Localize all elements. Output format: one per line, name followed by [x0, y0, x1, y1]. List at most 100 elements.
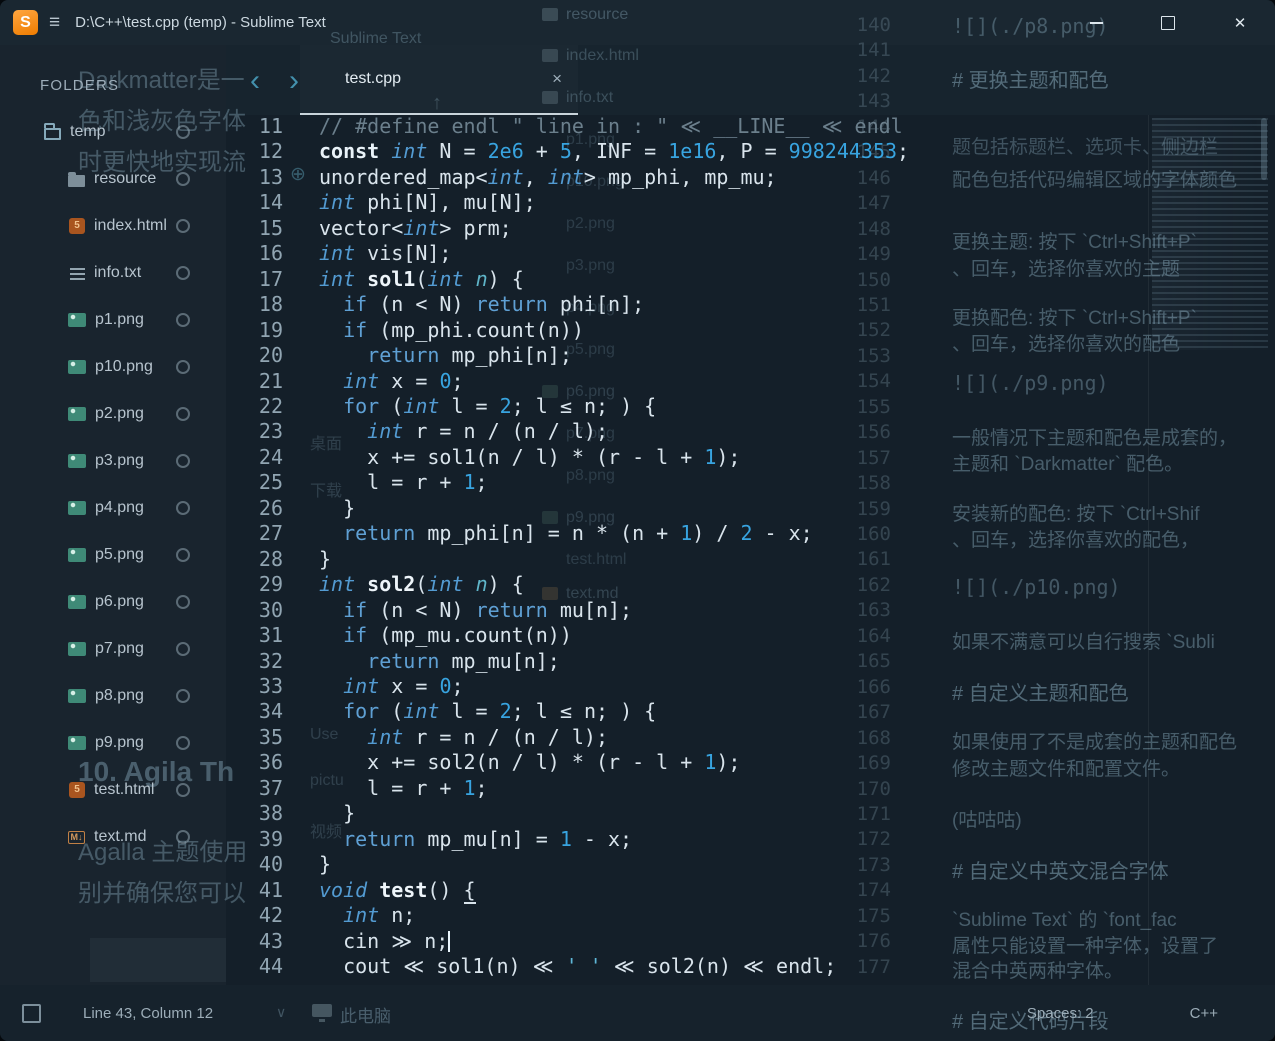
image-icon: [68, 407, 86, 421]
image-icon: [68, 454, 86, 468]
tab-test-cpp[interactable]: test.cpp ×: [300, 45, 578, 115]
tree-item-p9.png[interactable]: p9.png: [0, 719, 226, 766]
line-number: 44: [258, 953, 283, 978]
line-number: 40: [258, 852, 283, 877]
tree-item-label: text.md: [94, 827, 147, 845]
vcs-status-dot: [176, 547, 190, 562]
line-number: 43: [258, 928, 283, 953]
tree-item-p1.png[interactable]: p1.png: [0, 296, 226, 343]
code-line-35: 35 int r = n / (n / l);: [226, 725, 1275, 750]
image-icon: [68, 595, 86, 609]
code-line-18: 18 if (n < N) return phi[n];: [226, 292, 1275, 317]
line-number: 15: [258, 215, 283, 240]
sidebar-toggle-icon[interactable]: [22, 1003, 41, 1023]
tree-item-index.html[interactable]: index.html: [0, 202, 226, 249]
code-line-16: 16 int vis[N];: [226, 241, 1275, 266]
code-line-text: cin ≫ n;: [319, 928, 451, 953]
code-line-23: 23 int r = n / (n / l);: [226, 419, 1275, 444]
vcs-status-dot: [176, 265, 190, 280]
code-line-text: l = r + 1;: [319, 470, 488, 495]
folders-header: FOLDERS: [40, 77, 120, 94]
tree-item-p3.png[interactable]: p3.png: [0, 437, 226, 484]
code-line-42: 42 int n;: [226, 903, 1275, 928]
tree-item-info.txt[interactable]: info.txt: [0, 249, 226, 296]
tree-item-label: p1.png: [95, 310, 144, 328]
tree-item-p4.png[interactable]: p4.png: [0, 484, 226, 531]
code-line-37: 37 l = r + 1;: [226, 776, 1275, 801]
close-button[interactable]: ✕: [1217, 0, 1263, 45]
code-line-text: return mp_phi[n] = n * (n + 1) / 2 - x;: [343, 521, 813, 546]
vcs-status-dot: [176, 453, 190, 468]
code-line-17: 17 int sol1(int n) {: [226, 267, 1275, 292]
code-line-39: 39 return mp_mu[n] = 1 - x;: [226, 827, 1275, 852]
line-number: 16: [258, 241, 283, 266]
indent-setting[interactable]: Spaces: 2: [1027, 1005, 1094, 1022]
line-number: 29: [258, 572, 283, 597]
tree-item-text.md[interactable]: text.md: [0, 813, 226, 860]
tree-item-p10.png[interactable]: p10.png: [0, 343, 226, 390]
code-line-text: }: [319, 546, 332, 571]
tree-item-p8.png[interactable]: p8.png: [0, 672, 226, 719]
code-line-15: 15 vector<int> prm;: [226, 216, 1275, 241]
minimize-icon: [1089, 21, 1103, 24]
line-number: 21: [258, 368, 283, 393]
vcs-status-dot: [176, 500, 190, 515]
code-line-24: 24 x += sol1(n / l) * (r - l + 1);: [226, 445, 1275, 470]
vcs-status-dot: [176, 782, 190, 797]
html-icon: [69, 781, 85, 798]
syntax-language[interactable]: C++: [1190, 1005, 1218, 1022]
titlebar[interactable]: S ≡ D:\C++\test.cpp (temp) - Sublime Tex…: [0, 0, 1275, 45]
tree-item-resource[interactable]: resource: [0, 155, 226, 202]
maximize-button[interactable]: [1145, 0, 1191, 45]
code-line-36: 36 x += sol2(n / l) * (r - l + 1);: [226, 750, 1275, 775]
code-line-32: 32 return mp_mu[n];: [226, 649, 1275, 674]
vcs-status-dot: [176, 641, 190, 656]
code-line-34: 34 for (int l = 2; l ≤ n; ) {: [226, 699, 1275, 724]
maximize-icon: [1161, 15, 1175, 30]
line-number: 13: [258, 164, 283, 189]
code-line-text: const int N = 2e6 + 5, INF = 1e16, P = 9…: [319, 139, 910, 164]
folder-open-icon: [44, 122, 61, 140]
line-number: 23: [258, 419, 283, 444]
tab-label: test.cpp: [345, 70, 402, 87]
vcs-status-dot: [176, 171, 190, 186]
md-icon: [68, 831, 85, 844]
code-line-27: 27 return mp_phi[n] = n * (n + 1) / 2 - …: [226, 521, 1275, 546]
vcs-status-dot: [176, 218, 190, 233]
code-line-text: x += sol1(n / l) * (r - l + 1);: [319, 444, 741, 469]
code-line-text: return mp_mu[n];: [367, 648, 560, 673]
line-number: 26: [258, 495, 283, 520]
tree-item-label: index.html: [94, 216, 167, 234]
image-icon: [68, 313, 86, 327]
tree-item-test.html[interactable]: test.html: [0, 766, 226, 813]
line-number: 38: [258, 801, 283, 826]
tree-item-p2.png[interactable]: p2.png: [0, 390, 226, 437]
code-line-text: }: [319, 852, 332, 877]
line-number: 19: [258, 317, 283, 342]
tree-item-p6.png[interactable]: p6.png: [0, 578, 226, 625]
code-line-19: 19 if (mp_phi.count(n)): [226, 318, 1275, 343]
html-icon: [69, 217, 85, 234]
line-number: 20: [258, 343, 283, 368]
code-line-43: 43 cin ≫ n;: [226, 929, 1275, 954]
menu-icon[interactable]: ≡: [49, 12, 60, 34]
line-number: 41: [258, 877, 283, 902]
code-line-40: 40}: [226, 852, 1275, 877]
tree-item-p5.png[interactable]: p5.png: [0, 531, 226, 578]
code-line-text: for (int l = 2; l ≤ n; ) {: [343, 393, 657, 418]
code-line-21: 21 int x = 0;: [226, 369, 1275, 394]
code-line-text: int sol2(int n) {: [319, 572, 524, 597]
sublime-logo-icon: S: [13, 10, 38, 35]
minimize-button[interactable]: [1073, 0, 1119, 45]
file-tree: temp resource index.html info.txt p1.png p10.…: [0, 108, 226, 860]
code-line-text: for (int l = 2; l ≤ n; ) {: [343, 699, 657, 724]
line-number: 32: [258, 648, 283, 673]
code-editor[interactable]: 11 // #define endl " line in : " ≪ __LINE…: [226, 115, 1275, 985]
code-line-33: 33 int x = 0;: [226, 674, 1275, 699]
tree-item-temp[interactable]: temp: [0, 108, 226, 155]
tree-item-p7.png[interactable]: p7.png: [0, 625, 226, 672]
tab-close-icon[interactable]: ×: [552, 69, 562, 89]
code-line-text: if (n < N) return phi[n];: [343, 292, 645, 317]
cursor-position: Line 43, Column 12: [83, 1004, 214, 1022]
line-number: 39: [258, 826, 283, 851]
